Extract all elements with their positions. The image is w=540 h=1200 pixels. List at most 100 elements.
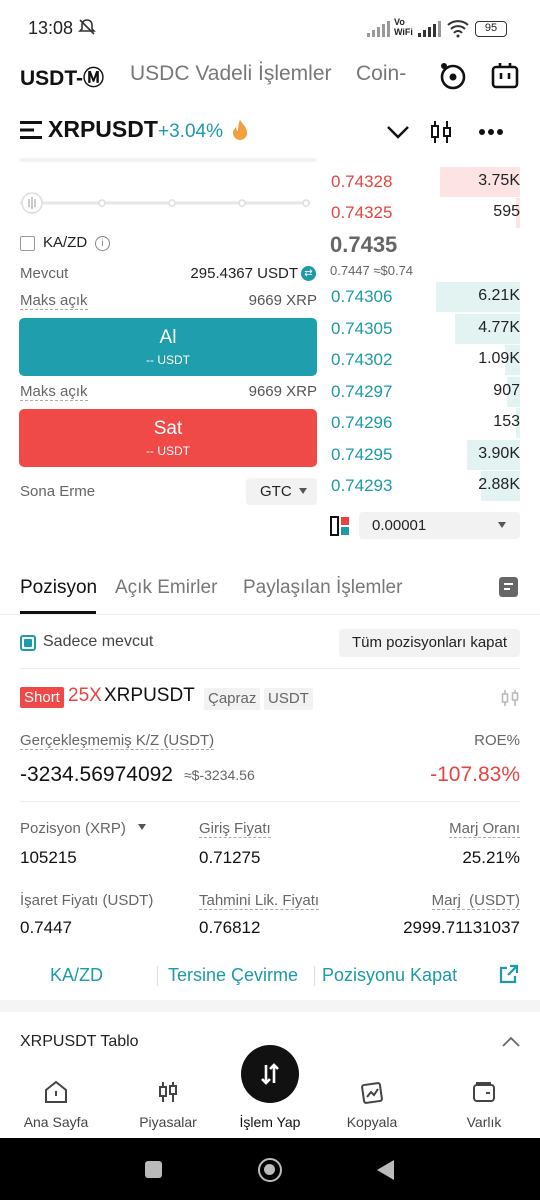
margin-ratio-value: 25.21% [462, 848, 520, 867]
margin-value: 2999.71131037 [403, 918, 520, 937]
home-button[interactable] [258, 1158, 282, 1182]
home-icon [45, 1080, 67, 1103]
section-gap [0, 1000, 540, 1012]
tab-positions[interactable]: Pozisyon [20, 577, 97, 599]
bid-price[interactable]: 0.74295 [331, 445, 392, 465]
sell-button[interactable]: Sat -- USDT [19, 409, 317, 467]
chevron-up-icon[interactable] [502, 1036, 520, 1048]
sell-amount: -- USDT [146, 444, 190, 458]
chart-section-title[interactable]: XRPUSDT Tablo [20, 1033, 139, 1051]
ask-price[interactable]: 0.74328 [331, 172, 392, 192]
bid-qty[interactable]: 2.88K [478, 476, 520, 494]
only-current-checkbox[interactable] [20, 635, 36, 651]
last-price: 0.7435 [330, 232, 398, 257]
bid-price[interactable]: 0.74305 [331, 319, 392, 339]
nav-assets[interactable]: Varlık [430, 1070, 538, 1130]
candlestick-icon[interactable] [430, 120, 452, 144]
bid-price[interactable]: 0.74293 [331, 476, 392, 496]
bid-price[interactable]: 0.74296 [331, 413, 392, 433]
max-open-value: 9669 XRP [248, 292, 317, 309]
nav-copy-label: Kopyala [346, 1114, 398, 1130]
divider [314, 966, 315, 986]
bid-qty[interactable]: 3.90K [478, 445, 520, 463]
position-symbol[interactable]: XRPUSDT [104, 685, 195, 707]
menu-icon[interactable] [20, 121, 42, 139]
expiry-select[interactable]: GTC [246, 478, 317, 505]
nav-markets[interactable]: Piyasalar [114, 1070, 222, 1130]
bot-icon[interactable] [438, 61, 468, 91]
transfer-icon[interactable]: ⇄ [301, 266, 316, 281]
entry-price-label: Giriş Fiyatı [199, 820, 271, 838]
expiry-value: GTC [260, 483, 292, 500]
candlestick-icon [159, 1082, 177, 1102]
tab-usdt-m[interactable]: USDT-Ⓜ [20, 62, 104, 92]
tab-shared-trades[interactable]: Paylaşılan İşlemler [243, 577, 402, 599]
close-all-positions-button[interactable]: Tüm pozisyonları kapat [339, 629, 520, 657]
bid-price[interactable]: 0.74302 [331, 350, 392, 370]
assistant-icon[interactable] [490, 61, 520, 91]
divider [20, 801, 520, 802]
share-icon[interactable] [498, 963, 520, 985]
tab-usdc-futures[interactable]: USDC Vadeli İşlemler [130, 62, 332, 86]
back-button[interactable] [377, 1160, 394, 1180]
quantity-slider[interactable] [20, 192, 310, 214]
status-bar: 13:08 Vo WiFi 95 [0, 0, 540, 58]
nav-copy[interactable]: Kopyala [318, 1070, 426, 1130]
position-size-value: 105215 [20, 848, 77, 867]
nav-assets-label: Varlık [466, 1114, 502, 1130]
tab-coin-m[interactable]: Coin- [356, 62, 406, 86]
position-size-label[interactable]: Pozisyon (XRP) [20, 820, 126, 837]
vowifi-label: Vo WiFi [394, 17, 413, 37]
divider [20, 668, 520, 669]
bid-price[interactable]: 0.74297 [331, 382, 392, 402]
margin-label: Marj (USDT) [431, 892, 520, 910]
tpsl-button[interactable]: KA/ZD [50, 965, 103, 986]
signal-icon [418, 21, 441, 37]
ask-qty[interactable]: 595 [493, 203, 520, 221]
unrealized-pnl-approx: ≈$-3234.56 [184, 767, 255, 783]
chevron-down-icon[interactable] [386, 124, 410, 140]
dropdown-arrow-icon [299, 488, 307, 494]
clock: 13:08 [28, 18, 74, 38]
document-icon[interactable] [499, 577, 518, 597]
reverse-button[interactable]: Tersine Çevirme [168, 965, 298, 986]
more-icon[interactable] [478, 128, 504, 136]
tpsl-checkbox[interactable] [20, 236, 35, 251]
recents-button[interactable] [145, 1161, 162, 1178]
max-open-label: Maks açık [20, 292, 88, 310]
bid-qty[interactable]: 1.09K [478, 350, 520, 368]
buy-button[interactable]: Al -- USDT [19, 318, 317, 376]
signal-icon [367, 21, 390, 37]
bid-qty[interactable]: 907 [493, 382, 520, 400]
candlestick-icon[interactable] [500, 688, 520, 708]
info-icon[interactable]: i [95, 236, 110, 251]
market-tabs: USDT-Ⓜ USDC Vadeli İşlemler Coin- [0, 58, 540, 98]
dropdown-arrow-icon[interactable] [138, 824, 146, 830]
tab-open-orders[interactable]: Açık Emirler [115, 577, 217, 599]
liq-price-value: 0.76812 [199, 918, 261, 937]
nav-trade[interactable] [241, 1045, 299, 1103]
bid-qty[interactable]: 4.77K [478, 319, 520, 337]
buy-label: Al [159, 327, 177, 348]
orderbook-layout-icon[interactable] [330, 516, 350, 536]
liq-price-label: Tahmini Lik. Fiyatı [199, 892, 320, 910]
bid-price[interactable]: 0.74306 [331, 287, 392, 307]
copy-trading-icon [361, 1082, 383, 1104]
bid-qty[interactable]: 153 [493, 413, 520, 431]
ask-price[interactable]: 0.74325 [331, 203, 392, 223]
bell-muted-icon [78, 19, 96, 35]
expiry-label: Sona Erme [20, 483, 96, 500]
dropdown-arrow-icon [498, 522, 506, 528]
symbol-title[interactable]: XRPUSDT [48, 116, 158, 143]
entry-price-value: 0.71275 [199, 848, 261, 867]
available-label: Mevcut [20, 265, 69, 282]
precision-select[interactable]: 0.00001 [359, 512, 520, 539]
sell-label: Sat [153, 418, 183, 439]
ask-qty[interactable]: 3.75K [478, 172, 520, 190]
nav-markets-label: Piyasalar [139, 1114, 197, 1130]
nav-home[interactable]: Ana Sayfa [2, 1070, 110, 1130]
mark-price-value: 0.7447 [20, 918, 72, 937]
quote-tag: USDT [264, 688, 313, 710]
bid-qty[interactable]: 6.21K [478, 287, 520, 305]
close-position-button[interactable]: Pozisyonu Kapat [322, 965, 457, 986]
